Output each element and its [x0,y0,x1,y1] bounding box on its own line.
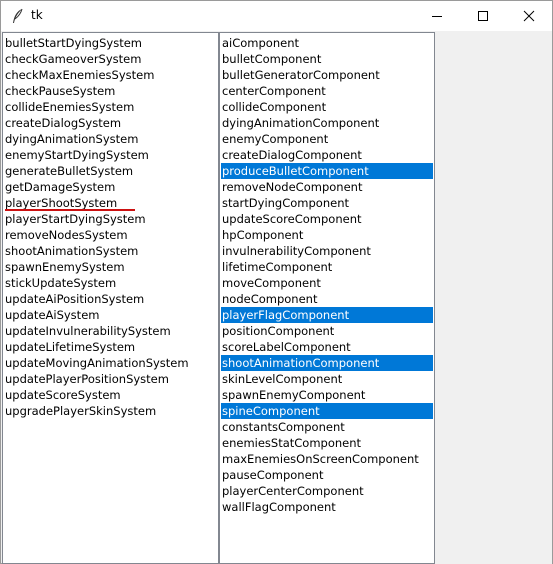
component-list-item[interactable]: moveComponent [221,275,433,291]
system-list-item[interactable]: generateBulletSystem [4,163,217,179]
component-list-item[interactable]: aiComponent [221,35,433,51]
system-list-item[interactable]: shootAnimationSystem [4,243,217,259]
system-list-item[interactable]: updatePlayerPositionSystem [4,371,217,387]
component-list-item[interactable]: lifetimeComponent [221,259,433,275]
system-list-item[interactable]: removeNodesSystem [4,227,217,243]
component-list-item[interactable]: dyingAnimationComponent [221,115,433,131]
system-list-item[interactable]: updateInvulnerabilitySystem [4,323,217,339]
system-list-item[interactable]: updateAiSystem [4,307,217,323]
app-window: tk bulletStartDyingSystem checkGameoverSy… [0,0,553,564]
components-list: aiComponent bulletComponent bulletGenerato… [221,35,433,515]
component-list-item[interactable]: constantsComponent [221,419,433,435]
component-list-item[interactable]: enemyComponent [221,131,433,147]
systems-list: bulletStartDyingSystem checkGameoverSyste… [4,35,217,419]
system-list-item[interactable]: bulletStartDyingSystem [4,35,217,51]
system-list-item[interactable]: stickUpdateSystem [4,275,217,291]
maximize-icon [478,11,488,21]
component-list-item[interactable]: shootAnimationComponent [221,355,433,371]
component-list-item[interactable]: hpComponent [221,227,433,243]
component-list-item[interactable]: removeNodeComponent [221,179,433,195]
component-list-item[interactable]: enemiesStatComponent [221,435,433,451]
system-list-item[interactable]: updateMovingAnimationSystem [4,355,217,371]
component-list-item[interactable]: playerFlagComponent [221,307,433,323]
system-list-item[interactable]: createDialogSystem [4,115,217,131]
component-list-item[interactable]: produceBulletComponent [221,163,433,179]
active-item-underline [5,209,135,211]
component-list-item[interactable]: maxEnemiesOnScreenComponent [221,451,433,467]
component-list-item[interactable]: invulnerabilityComponent [221,243,433,259]
component-list-item[interactable]: skinLevelComponent [221,371,433,387]
system-list-item[interactable]: collideEnemiesSystem [4,99,217,115]
systems-listbox[interactable]: bulletStartDyingSystem checkGameoverSyste… [2,32,219,564]
component-list-item[interactable]: spawnEnemyComponent [221,387,433,403]
component-list-item[interactable]: wallFlagComponent [221,499,433,515]
close-icon [523,10,535,22]
system-list-item[interactable]: updateAiPositionSystem [4,291,217,307]
system-list-item[interactable]: checkGameoverSystem [4,51,217,67]
component-list-item[interactable]: centerComponent [221,83,433,99]
title-bar[interactable]: tk [1,1,552,31]
component-list-item[interactable]: nodeComponent [221,291,433,307]
system-list-item[interactable]: checkMaxEnemiesSystem [4,67,217,83]
window-title: tk [31,8,43,22]
minimize-button[interactable] [414,1,460,31]
component-list-item[interactable]: positionComponent [221,323,433,339]
component-list-item[interactable]: bulletComponent [221,51,433,67]
system-list-item[interactable]: upgradePlayerSkinSystem [4,403,217,419]
component-list-item[interactable]: collideComponent [221,99,433,115]
component-list-item[interactable]: scoreLabelComponent [221,339,433,355]
system-list-item[interactable]: playerStartDyingSystem [4,211,217,227]
system-list-item[interactable]: getDamageSystem [4,179,217,195]
system-list-item[interactable]: updateScoreSystem [4,387,217,403]
system-list-item[interactable]: enemyStartDyingSystem [4,147,217,163]
system-list-item[interactable]: updateLifetimeSystem [4,339,217,355]
component-list-item[interactable]: startDyingComponent [221,195,433,211]
component-list-item[interactable]: spineComponent [221,403,433,419]
component-list-item[interactable]: createDialogComponent [221,147,433,163]
empty-pane [435,32,552,564]
system-list-item[interactable]: checkPauseSystem [4,83,217,99]
system-list-item[interactable]: spawnEnemySystem [4,259,217,275]
component-list-item[interactable]: playerCenterComponent [221,483,433,499]
component-list-item[interactable]: updateScoreComponent [221,211,433,227]
components-listbox[interactable]: aiComponent bulletComponent bulletGenerato… [219,32,435,564]
close-button[interactable] [506,1,552,31]
component-list-item[interactable]: pauseComponent [221,467,433,483]
component-list-item[interactable]: bulletGeneratorComponent [221,67,433,83]
maximize-button[interactable] [460,1,506,31]
minimize-icon [432,16,442,17]
system-list-item[interactable]: dyingAnimationSystem [4,131,217,147]
feather-icon [11,8,25,24]
